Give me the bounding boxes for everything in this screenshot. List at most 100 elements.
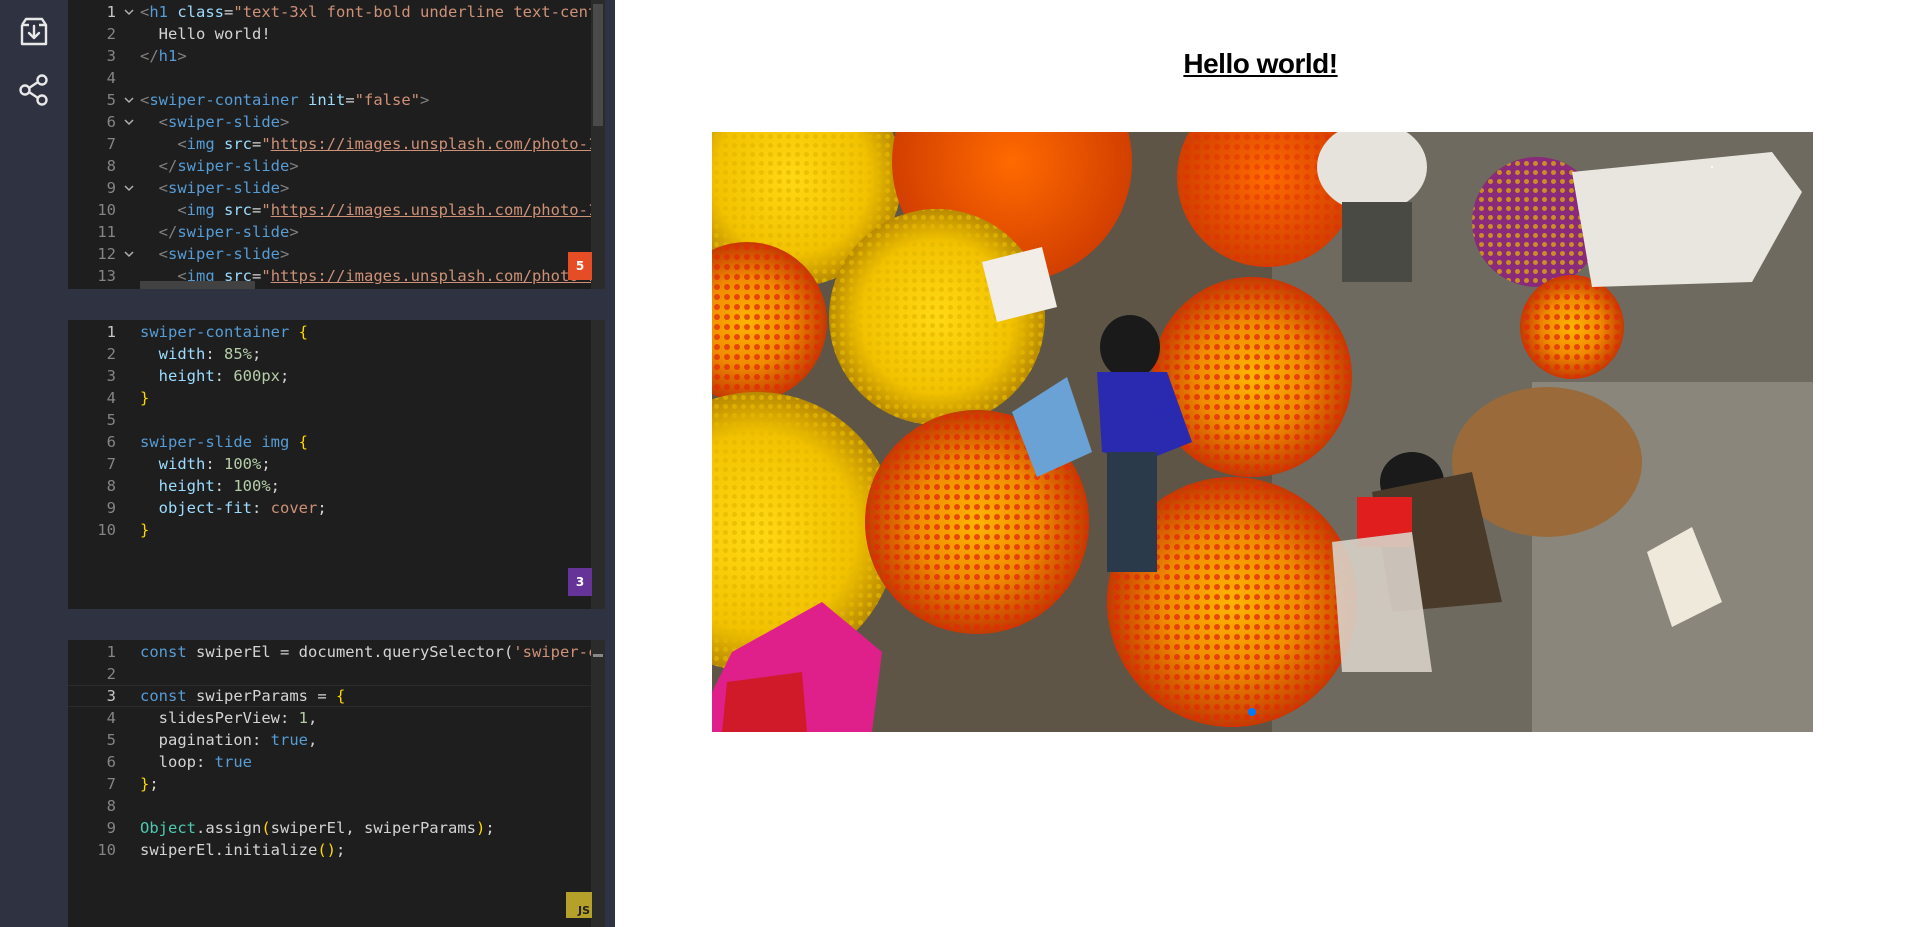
line-number: 10 <box>97 841 116 859</box>
code-text: <img src="https://images.unsplash.com/ph… <box>140 201 605 219</box>
html-editor-hscroll-thumb[interactable] <box>140 281 255 289</box>
js-code-area[interactable]: 1 const swiperEl = document.querySelector… <box>68 640 605 927</box>
share-icon <box>19 74 48 106</box>
code-line[interactable]: 11 </swiper-slide> <box>68 221 605 243</box>
code-line[interactable]: 8 </swiper-slide> <box>68 155 605 177</box>
code-line[interactable]: 4} <box>68 387 605 409</box>
code-text: const swiperParams = { <box>140 687 346 705</box>
code-line[interactable]: 4 <box>68 67 605 89</box>
line-number: 12 <box>97 245 116 263</box>
code-text: Hello world! <box>140 25 271 43</box>
code-line[interactable]: 3 </h1> <box>68 45 605 67</box>
line-number: 2 <box>106 665 116 683</box>
code-text: <img src="https://images.unsplash.com/ph… <box>140 135 605 153</box>
sidebar <box>0 0 68 927</box>
line-number: 1 <box>106 643 116 661</box>
code-line[interactable]: 7 <img src="https://images.unsplash.com/… <box>68 133 605 155</box>
download-icon <box>20 17 48 46</box>
code-line[interactable]: 1 <h1 class="text-3xl font-bold underline… <box>68 1 605 23</box>
code-line[interactable]: 9 <swiper-slide> <box>68 177 605 199</box>
code-text: pagination: true, <box>140 731 318 749</box>
js-editor-scrollbar[interactable] <box>591 640 605 927</box>
line-number: 10 <box>97 521 116 539</box>
html-editor-scrollbar[interactable] <box>591 0 605 289</box>
line-number: 13 <box>97 267 116 285</box>
code-text: </h1> <box>140 47 187 65</box>
css3-icon: 3 <box>568 568 592 596</box>
code-text: <h1 class="text-3xl font-bold underline … <box>140 3 605 21</box>
chevron-down-icon[interactable] <box>123 1 135 25</box>
code-text: </swiper-slide> <box>140 157 299 175</box>
line-number: 6 <box>106 433 116 451</box>
line-number: 5 <box>106 411 116 429</box>
swiper-container[interactable] <box>712 132 1813 732</box>
chevron-down-icon[interactable] <box>123 89 135 113</box>
download-button[interactable] <box>14 12 54 52</box>
code-line[interactable]: 2 Hello world! <box>68 23 605 45</box>
code-line[interactable]: 6 <swiper-slide> <box>68 111 605 133</box>
code-text: } <box>140 389 150 407</box>
code-line[interactable]: 3 height: 600px; <box>68 365 605 387</box>
css-editor[interactable]: 1 swiper-container {2 width: 85%; 3 height… <box>68 320 605 609</box>
code-line[interactable]: 10 swiperEl.initialize(); <box>68 839 605 861</box>
code-line[interactable]: 9 object-fit: cover; <box>68 497 605 519</box>
code-text: </swiper-slide> <box>140 223 299 241</box>
code-text: slidesPerView: 1, <box>140 709 318 727</box>
line-number: 1 <box>106 323 116 341</box>
code-line[interactable]: 10} <box>68 519 605 541</box>
line-number: 2 <box>106 345 116 363</box>
code-line[interactable]: 5 <box>68 409 605 431</box>
line-number: 9 <box>106 179 116 197</box>
code-text: width: 100%; <box>140 455 271 473</box>
js-editor[interactable]: 1 const swiperEl = document.querySelector… <box>68 640 605 927</box>
code-line[interactable]: 5 <swiper-container init="false"> <box>68 89 605 111</box>
code-line[interactable]: 12 <swiper-slide> <box>68 243 605 265</box>
code-line[interactable]: 6 swiper-slide img { <box>68 431 605 453</box>
line-number: 1 <box>106 3 116 21</box>
code-line[interactable]: 2 width: 85%; <box>68 343 605 365</box>
code-line[interactable]: 8 height: 100%; <box>68 475 605 497</box>
chevron-down-icon[interactable] <box>123 111 135 135</box>
code-line[interactable]: 5 pagination: true, <box>68 729 605 751</box>
css-editor-scrollbar[interactable] <box>591 320 605 609</box>
scrollbar-thumb[interactable] <box>593 654 603 657</box>
code-line[interactable]: 1 swiper-container { <box>68 321 605 343</box>
line-number: 7 <box>106 135 116 153</box>
code-line[interactable]: 4 slidesPerView: 1, <box>68 707 605 729</box>
code-line[interactable]: 7}; <box>68 773 605 795</box>
line-number: 3 <box>106 367 116 385</box>
line-number: 7 <box>106 775 116 793</box>
line-number: 8 <box>106 477 116 495</box>
chevron-down-icon[interactable] <box>123 243 135 267</box>
line-number: 2 <box>106 25 116 43</box>
line-number: 10 <box>97 201 116 219</box>
code-line[interactable]: 6 loop: true <box>68 751 605 773</box>
preview-pane: Hello world! <box>615 0 1906 927</box>
line-number: 11 <box>97 223 116 241</box>
line-number: 4 <box>106 709 116 727</box>
code-line[interactable]: 10 <img src="https://images.unsplash.com… <box>68 199 605 221</box>
code-line[interactable]: 8 <box>68 795 605 817</box>
html-code-area[interactable]: 1 <h1 class="text-3xl font-bold underline… <box>68 0 605 289</box>
code-line[interactable]: 3 const swiperParams = { <box>68 685 605 707</box>
code-text: const swiperEl = document.querySelector(… <box>140 643 605 661</box>
pagination-bullet-active[interactable] <box>1248 708 1256 716</box>
chevron-down-icon[interactable] <box>123 177 135 201</box>
code-line[interactable]: 7 width: 100%; <box>68 453 605 475</box>
share-button[interactable] <box>14 70 54 110</box>
code-text: Object.assign(swiperEl, swiperParams); <box>140 819 495 837</box>
line-number: 7 <box>106 455 116 473</box>
css-code-area[interactable]: 1 swiper-container {2 width: 85%; 3 height… <box>68 320 605 609</box>
code-line[interactable]: 2 <box>68 663 605 685</box>
editors-panel: 1 <h1 class="text-3xl font-bold underline… <box>68 0 615 927</box>
line-number: 4 <box>106 69 116 87</box>
line-number: 8 <box>106 157 116 175</box>
line-number: 9 <box>106 499 116 517</box>
code-text: }; <box>140 775 159 793</box>
code-line[interactable]: 9 Object.assign(swiperEl, swiperParams); <box>68 817 605 839</box>
slide-image[interactable] <box>712 132 1813 732</box>
html-editor[interactable]: 1 <h1 class="text-3xl font-bold underline… <box>68 0 605 289</box>
code-text: <swiper-slide> <box>140 245 290 263</box>
code-line[interactable]: 1 const swiperEl = document.querySelector… <box>68 641 605 663</box>
scrollbar-thumb[interactable] <box>593 4 603 126</box>
